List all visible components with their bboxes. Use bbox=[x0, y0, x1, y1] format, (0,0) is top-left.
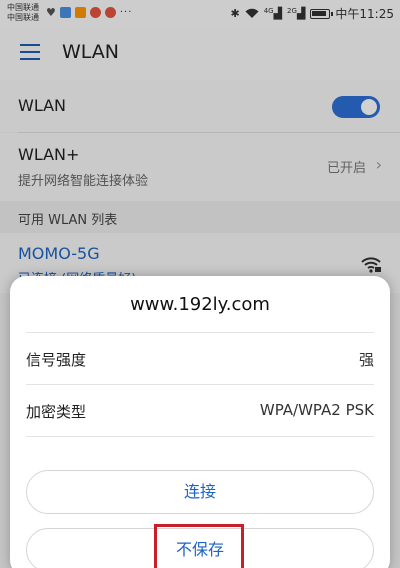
dialog-title: www.192ly.com bbox=[130, 294, 270, 315]
highlight-box bbox=[154, 524, 244, 568]
encryption-label: 加密类型 bbox=[26, 403, 87, 421]
signal-strength-label: 信号强度 bbox=[26, 351, 87, 369]
signal-strength-row: 信号强度 强 bbox=[26, 333, 374, 385]
encryption-row: 加密类型 WPA/WPA2 PSK bbox=[26, 385, 374, 437]
dialog-divider bbox=[26, 436, 374, 437]
connect-button[interactable]: 连接 bbox=[26, 470, 374, 514]
signal-strength-value: 强 bbox=[358, 351, 374, 369]
encryption-value: WPA/WPA2 PSK bbox=[259, 401, 374, 419]
